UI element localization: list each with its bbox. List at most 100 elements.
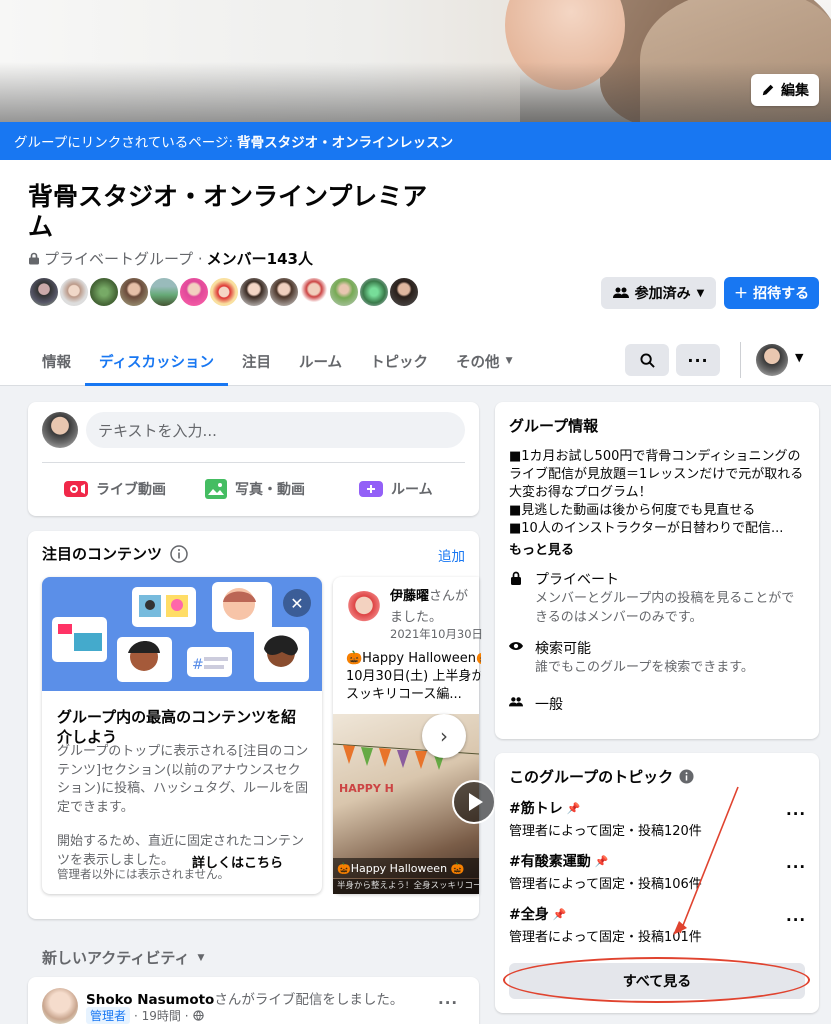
- tab-rooms[interactable]: ルーム: [285, 336, 356, 386]
- topic-name: #全身: [509, 907, 549, 923]
- live-video-label: ライブ動画: [96, 482, 166, 498]
- pin-icon: 📌: [552, 907, 567, 921]
- play-button[interactable]: [452, 780, 496, 824]
- post-action-2: ました。: [390, 610, 443, 625]
- post-text: 🎃Happy Halloween🎃 10月30日(土) 上半身か スッキリコース…: [346, 650, 481, 704]
- avatar[interactable]: [358, 276, 390, 308]
- topics-title-text: このグループのトピック: [509, 768, 674, 786]
- photo-icon: [205, 479, 227, 499]
- tab-label: その他: [456, 354, 500, 371]
- group-title[interactable]: 背骨スタジオ・オンラインプレミアム: [28, 182, 428, 242]
- linked-page-name[interactable]: 背骨スタジオ・オンラインレッスン: [237, 131, 453, 151]
- post-text-3: スッキリコース編...: [346, 687, 462, 702]
- about-desc-line: ■見逃した動画は後から何度でも見直せる: [509, 503, 756, 518]
- close-button[interactable]: ✕: [283, 589, 311, 617]
- member-avatars[interactable]: [28, 276, 420, 308]
- more-options-button[interactable]: ···: [676, 344, 720, 376]
- joined-label: 参加済み: [634, 286, 691, 302]
- avatar[interactable]: [238, 276, 270, 308]
- about-row-title: 検索可能: [535, 641, 591, 657]
- about-row-visible: 検索可能 誰でもこのグループを検索できます。: [509, 638, 805, 677]
- about-row-desc: メンバーとグループ内の投稿を見ることができるのはメンバーのみです。: [535, 591, 795, 625]
- group-member-count[interactable]: メンバー143人: [207, 248, 313, 269]
- avatar[interactable]: [28, 276, 60, 308]
- tab-label: ルーム: [298, 354, 343, 371]
- video-subcaption: 半身から整えよう！全身スッキリコース編: [333, 879, 479, 894]
- sort-dropdown[interactable]: 新しいアクティビティ ▼: [42, 947, 204, 968]
- caret-down-icon[interactable]: ▼: [795, 351, 803, 364]
- avatar[interactable]: [58, 276, 90, 308]
- topic-options-button[interactable]: ···: [786, 911, 806, 929]
- admin-badge: 管理者: [86, 1007, 131, 1024]
- post-action: さんが: [429, 589, 469, 604]
- room-icon: [359, 481, 383, 497]
- post-date[interactable]: 2021年10月30日: [390, 626, 483, 642]
- promo-note: 管理者以外には表示されません。: [57, 867, 230, 881]
- topic-options-button[interactable]: ···: [786, 805, 806, 823]
- featured-add-link[interactable]: 追加: [438, 545, 465, 565]
- avatar[interactable]: [388, 276, 420, 308]
- avatar[interactable]: [118, 276, 150, 308]
- avatar[interactable]: [178, 276, 210, 308]
- see-more-link[interactable]: もっと見る: [509, 539, 574, 558]
- divider: [42, 462, 465, 463]
- room-button[interactable]: ルーム: [359, 474, 433, 504]
- post-author[interactable]: 伊藤曜: [390, 589, 429, 604]
- avatar[interactable]: [42, 988, 78, 1024]
- tab-about[interactable]: 情報: [28, 336, 85, 386]
- promo-body: グループのトップに表示される[注目のコンテンツ]セクション(以前のアナウンスセク…: [57, 744, 309, 815]
- cover-photo: [0, 0, 831, 122]
- post-options-button[interactable]: ···: [438, 994, 458, 1012]
- info-icon[interactable]: [170, 544, 188, 563]
- search-button[interactable]: [625, 344, 669, 376]
- invite-button[interactable]: + 招待する: [724, 277, 819, 309]
- composer-input[interactable]: テキストを入力...: [86, 412, 465, 448]
- photo-video-button[interactable]: 写真・動画: [205, 474, 305, 504]
- tab-featured[interactable]: 注目: [228, 336, 285, 386]
- feed-time[interactable]: · 19時間 ·: [134, 1007, 189, 1024]
- avatar[interactable]: [298, 276, 330, 308]
- avatar[interactable]: [88, 276, 120, 308]
- tab-more[interactable]: その他 ▼: [442, 336, 526, 386]
- live-video-icon: [64, 481, 88, 497]
- caret-down-icon: ▼: [696, 287, 705, 299]
- globe-icon: [192, 1010, 204, 1021]
- feed-meta: 管理者 · 19時間 ·: [86, 1007, 204, 1024]
- group-tabs: 情報 ディスカッション 注目 ルーム トピック その他 ▼: [28, 336, 526, 386]
- feed-author[interactable]: Shoko Nasumoto: [86, 992, 214, 1008]
- close-icon: ✕: [290, 593, 304, 613]
- tab-discussion[interactable]: ディスカッション: [85, 336, 228, 386]
- avatar[interactable]: [346, 591, 382, 627]
- about-desc-line: ■1カ月お試し500円で背骨コンディショニングのライブ配信が見放題＝1レッスンだ…: [509, 449, 804, 500]
- avatar[interactable]: [268, 276, 300, 308]
- group-privacy: プライベートグループ ·: [44, 250, 203, 268]
- about-desc-line: ■10人のインストラクターが日替わりで配信...: [509, 521, 784, 536]
- about-row-title: 一般: [535, 697, 563, 713]
- annotation-oval: [503, 957, 810, 1003]
- topic-name: #有酸素運動: [509, 854, 591, 870]
- avatar[interactable]: [328, 276, 360, 308]
- chevron-right-icon: ›: [440, 724, 448, 748]
- info-icon[interactable]: [679, 769, 694, 784]
- lock-icon: [511, 571, 521, 585]
- tab-topics[interactable]: トピック: [356, 336, 442, 386]
- tab-label: 注目: [241, 354, 271, 371]
- photo-video-label: 写真・動画: [235, 482, 305, 498]
- avatar[interactable]: [42, 412, 78, 448]
- live-video-button[interactable]: ライブ動画: [64, 474, 166, 504]
- svg-text:#: #: [192, 657, 204, 673]
- linked-page-bar[interactable]: グループにリンクされているページ: 背骨スタジオ・オンラインレッスン: [0, 122, 831, 160]
- pin-icon: 📌: [594, 854, 609, 868]
- tab-label: ディスカッション: [99, 354, 214, 371]
- avatar[interactable]: [148, 276, 180, 308]
- room-label: ルーム: [391, 482, 433, 498]
- caret-down-icon: ▼: [505, 356, 513, 366]
- avatar[interactable]: [756, 344, 788, 376]
- edit-cover-button[interactable]: 編集: [751, 74, 819, 106]
- joined-button[interactable]: 参加済み ▼: [601, 277, 716, 309]
- avatar[interactable]: [208, 276, 240, 308]
- linked-page-prefix: グループにリンクされているページ:: [14, 135, 234, 151]
- topic-options-button[interactable]: ···: [786, 858, 806, 876]
- topics-title: このグループのトピック: [509, 766, 694, 787]
- next-button[interactable]: ›: [422, 714, 466, 758]
